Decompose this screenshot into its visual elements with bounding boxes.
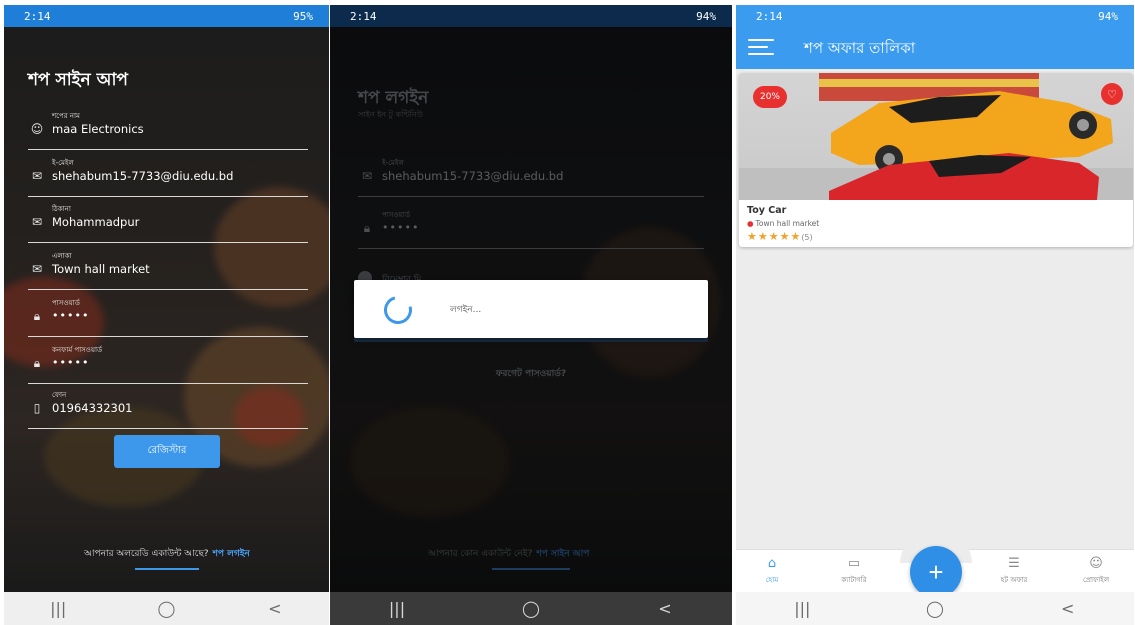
- phone-icon: ▯: [33, 401, 41, 415]
- page-title: শপ অফার তালিকা: [804, 39, 916, 57]
- status-time: 2:14: [350, 9, 377, 23]
- phone-value: 01964332301: [52, 401, 133, 415]
- shop-name-field[interactable]: শপের নাম ☺ maa Electronics: [28, 110, 308, 150]
- lock-icon: 🔒︎: [33, 309, 41, 323]
- system-nav-bar: ||| ◯ <: [4, 592, 329, 625]
- home-button[interactable]: ◯: [915, 599, 955, 618]
- recent-apps-button[interactable]: |||: [782, 599, 822, 618]
- footer-prompt: আপনার অলরেডি একাউন্ট আছে? শপ লগইন: [84, 549, 250, 559]
- product-location: ● Town hall market: [747, 219, 820, 228]
- recent-apps-button[interactable]: |||: [377, 599, 417, 618]
- address-field[interactable]: ঠিকানা ✉ Mohammadpur: [28, 203, 308, 243]
- nav-profile[interactable]: ☺ প্রোফাইল: [1066, 556, 1126, 586]
- rating-count: (5): [801, 233, 813, 242]
- category-icon: ▭: [847, 556, 861, 571]
- home-button[interactable]: ◯: [146, 599, 186, 618]
- system-nav-bar: ||| ◯ <: [736, 592, 1134, 625]
- loading-dialog: লগইন...: [354, 280, 708, 338]
- home-button[interactable]: ◯: [511, 599, 551, 618]
- status-time: 2:14: [756, 9, 783, 23]
- discount-badge: 20%: [753, 86, 787, 108]
- status-battery: 94%: [1098, 9, 1118, 23]
- page-title: শপ সাইন আপ: [28, 70, 128, 90]
- lock-icon: 🔒︎: [33, 356, 41, 370]
- email-value: shehabum15-7733@diu.edu.bd: [52, 169, 234, 183]
- shop-name-value: maa Electronics: [52, 122, 144, 136]
- back-button[interactable]: <: [255, 599, 295, 618]
- loading-spinner-icon: [378, 290, 418, 330]
- password-value: •••••: [52, 309, 90, 322]
- password-field[interactable]: পাসওয়ার্ড 🔒︎ •••••: [28, 297, 308, 337]
- mail-icon: ✉: [31, 262, 43, 276]
- recent-apps-button[interactable]: |||: [38, 599, 78, 618]
- back-button[interactable]: <: [1048, 599, 1088, 618]
- email-field[interactable]: ই-মেইল ✉ shehabum15-7733@diu.edu.bd: [28, 157, 308, 197]
- status-time: 2:14: [24, 9, 51, 23]
- status-bar: 2:14 94%: [330, 5, 732, 27]
- add-offer-button[interactable]: +: [910, 546, 962, 598]
- status-battery: 95%: [293, 9, 313, 23]
- nav-home[interactable]: ⌂ হোম: [742, 556, 802, 586]
- address-value: Mohammadpur: [52, 215, 140, 229]
- status-bar: 2:14 95%: [4, 5, 329, 27]
- system-nav-bar: ||| ◯ <: [330, 592, 732, 625]
- confirm-password-value: •••••: [52, 356, 90, 369]
- offer-list-screen: 2:14 94% শপ অফার তালিকা 20% ♡ Toy Car ● …: [736, 5, 1134, 625]
- mail-icon: ✉: [31, 215, 43, 229]
- confirm-password-field[interactable]: কনফার্ম পাসওয়ার্ড 🔒︎ •••••: [28, 344, 308, 384]
- app-bar: শপ অফার তালিকা: [736, 27, 1134, 69]
- menu-icon[interactable]: [748, 39, 774, 55]
- mail-icon: ✉: [31, 169, 43, 183]
- nav-hot-offer[interactable]: ☰ হট অফার: [984, 556, 1044, 586]
- register-button[interactable]: রেজিস্টার: [114, 435, 220, 468]
- product-name: Toy Car: [747, 205, 787, 216]
- login-link[interactable]: শপ লগইন: [213, 549, 250, 559]
- home-icon: ⌂: [767, 556, 777, 571]
- status-bar: 2:14 94%: [736, 5, 1134, 27]
- signup-screen: 2:14 95% শপ সাইন আপ শপের নাম ☺ maa Elect…: [4, 5, 329, 625]
- phone-field[interactable]: ফোন ▯ 01964332301: [28, 389, 308, 429]
- person-icon: ☺: [30, 122, 44, 136]
- offer-icon: ☰: [1008, 556, 1020, 571]
- area-field[interactable]: এলাকা ✉ Town hall market: [28, 250, 308, 290]
- nav-category[interactable]: ▭ ক্যাটাগরি: [824, 556, 884, 586]
- heart-icon[interactable]: ♡: [1101, 83, 1123, 105]
- product-image: [739, 73, 1133, 200]
- loading-text: লগইন...: [450, 305, 482, 315]
- location-pin-icon: ●: [747, 219, 754, 228]
- toy-car-image: [739, 73, 1133, 200]
- star-rating: ★★★★★(5): [747, 230, 813, 243]
- back-button[interactable]: <: [645, 599, 685, 618]
- profile-icon: ☺: [1089, 556, 1103, 571]
- area-value: Town hall market: [52, 262, 150, 276]
- status-battery: 94%: [696, 9, 716, 23]
- login-screen: 2:14 94% শপ লগইন সাইন ইন টু কন্টিনিউ ই-ম…: [330, 5, 732, 625]
- offer-card[interactable]: 20% ♡ Toy Car ● Town hall market ★★★★★(5): [739, 73, 1133, 247]
- home-indicator: [135, 568, 199, 570]
